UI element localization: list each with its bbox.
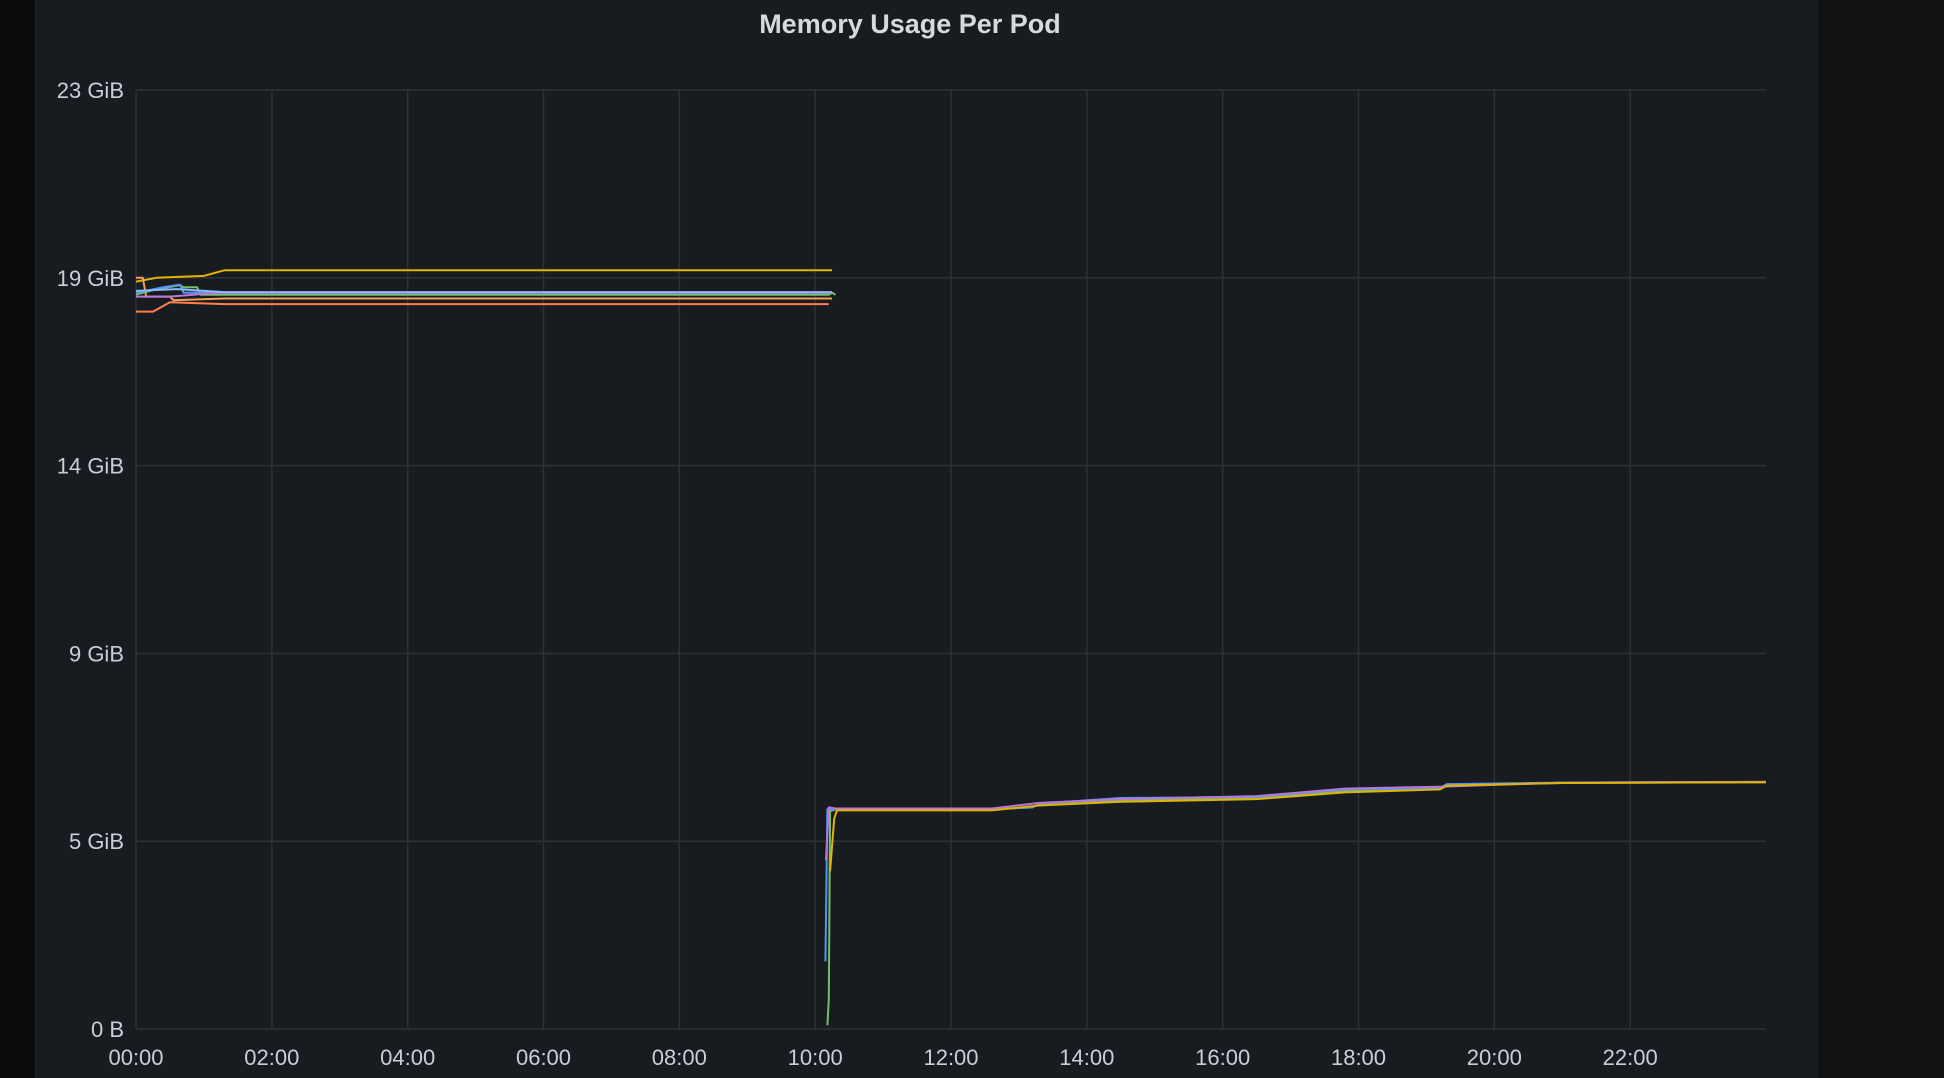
x-tick-label: 06:00: [516, 1045, 571, 1070]
x-tick-label: 02:00: [244, 1045, 299, 1070]
y-tick-label: 14 GiB: [57, 454, 124, 479]
x-tick-label: 16:00: [1195, 1045, 1250, 1070]
x-tick-label: 18:00: [1331, 1045, 1386, 1070]
x-tick-label: 14:00: [1059, 1045, 1114, 1070]
chart-grid: [135, 89, 1766, 1030]
x-tick-label: 12:00: [923, 1045, 978, 1070]
y-tick-label: 9 GiB: [69, 641, 124, 666]
y-tick-label: 23 GiB: [57, 78, 124, 103]
series-line[interactable]: [135, 269, 833, 283]
y-tick-label: 0 B: [91, 1017, 124, 1042]
x-tick-label: 00:00: [108, 1045, 163, 1070]
x-tick-label: 22:00: [1603, 1045, 1658, 1070]
series-line[interactable]: [829, 781, 1767, 872]
series-line[interactable]: [136, 276, 833, 302]
x-axis: 00:00 02:00 04:00 06:00 08:00 10:00 12:00 14:00…: [108, 1045, 1657, 1070]
series-line[interactable]: [135, 288, 833, 294]
x-tick-label: 10:00: [788, 1045, 843, 1070]
series-line[interactable]: [825, 780, 1767, 861]
y-tick-label: 19 GiB: [57, 266, 124, 291]
memory-usage-chart[interactable]: 0 B 5 GiB 9 GiB 14 GiB 19 GiB 23 GiB 00:00 02:…: [0, 0, 1944, 1078]
x-tick-label: 20:00: [1467, 1045, 1522, 1070]
x-tick-label: 08:00: [652, 1045, 707, 1070]
y-tick-label: 5 GiB: [69, 829, 124, 854]
x-tick-label: 04:00: [380, 1045, 435, 1070]
y-axis: 0 B 5 GiB 9 GiB 14 GiB 19 GiB 23 GiB: [57, 78, 124, 1042]
series-line[interactable]: [136, 301, 829, 313]
series-line[interactable]: [826, 781, 1767, 1026]
